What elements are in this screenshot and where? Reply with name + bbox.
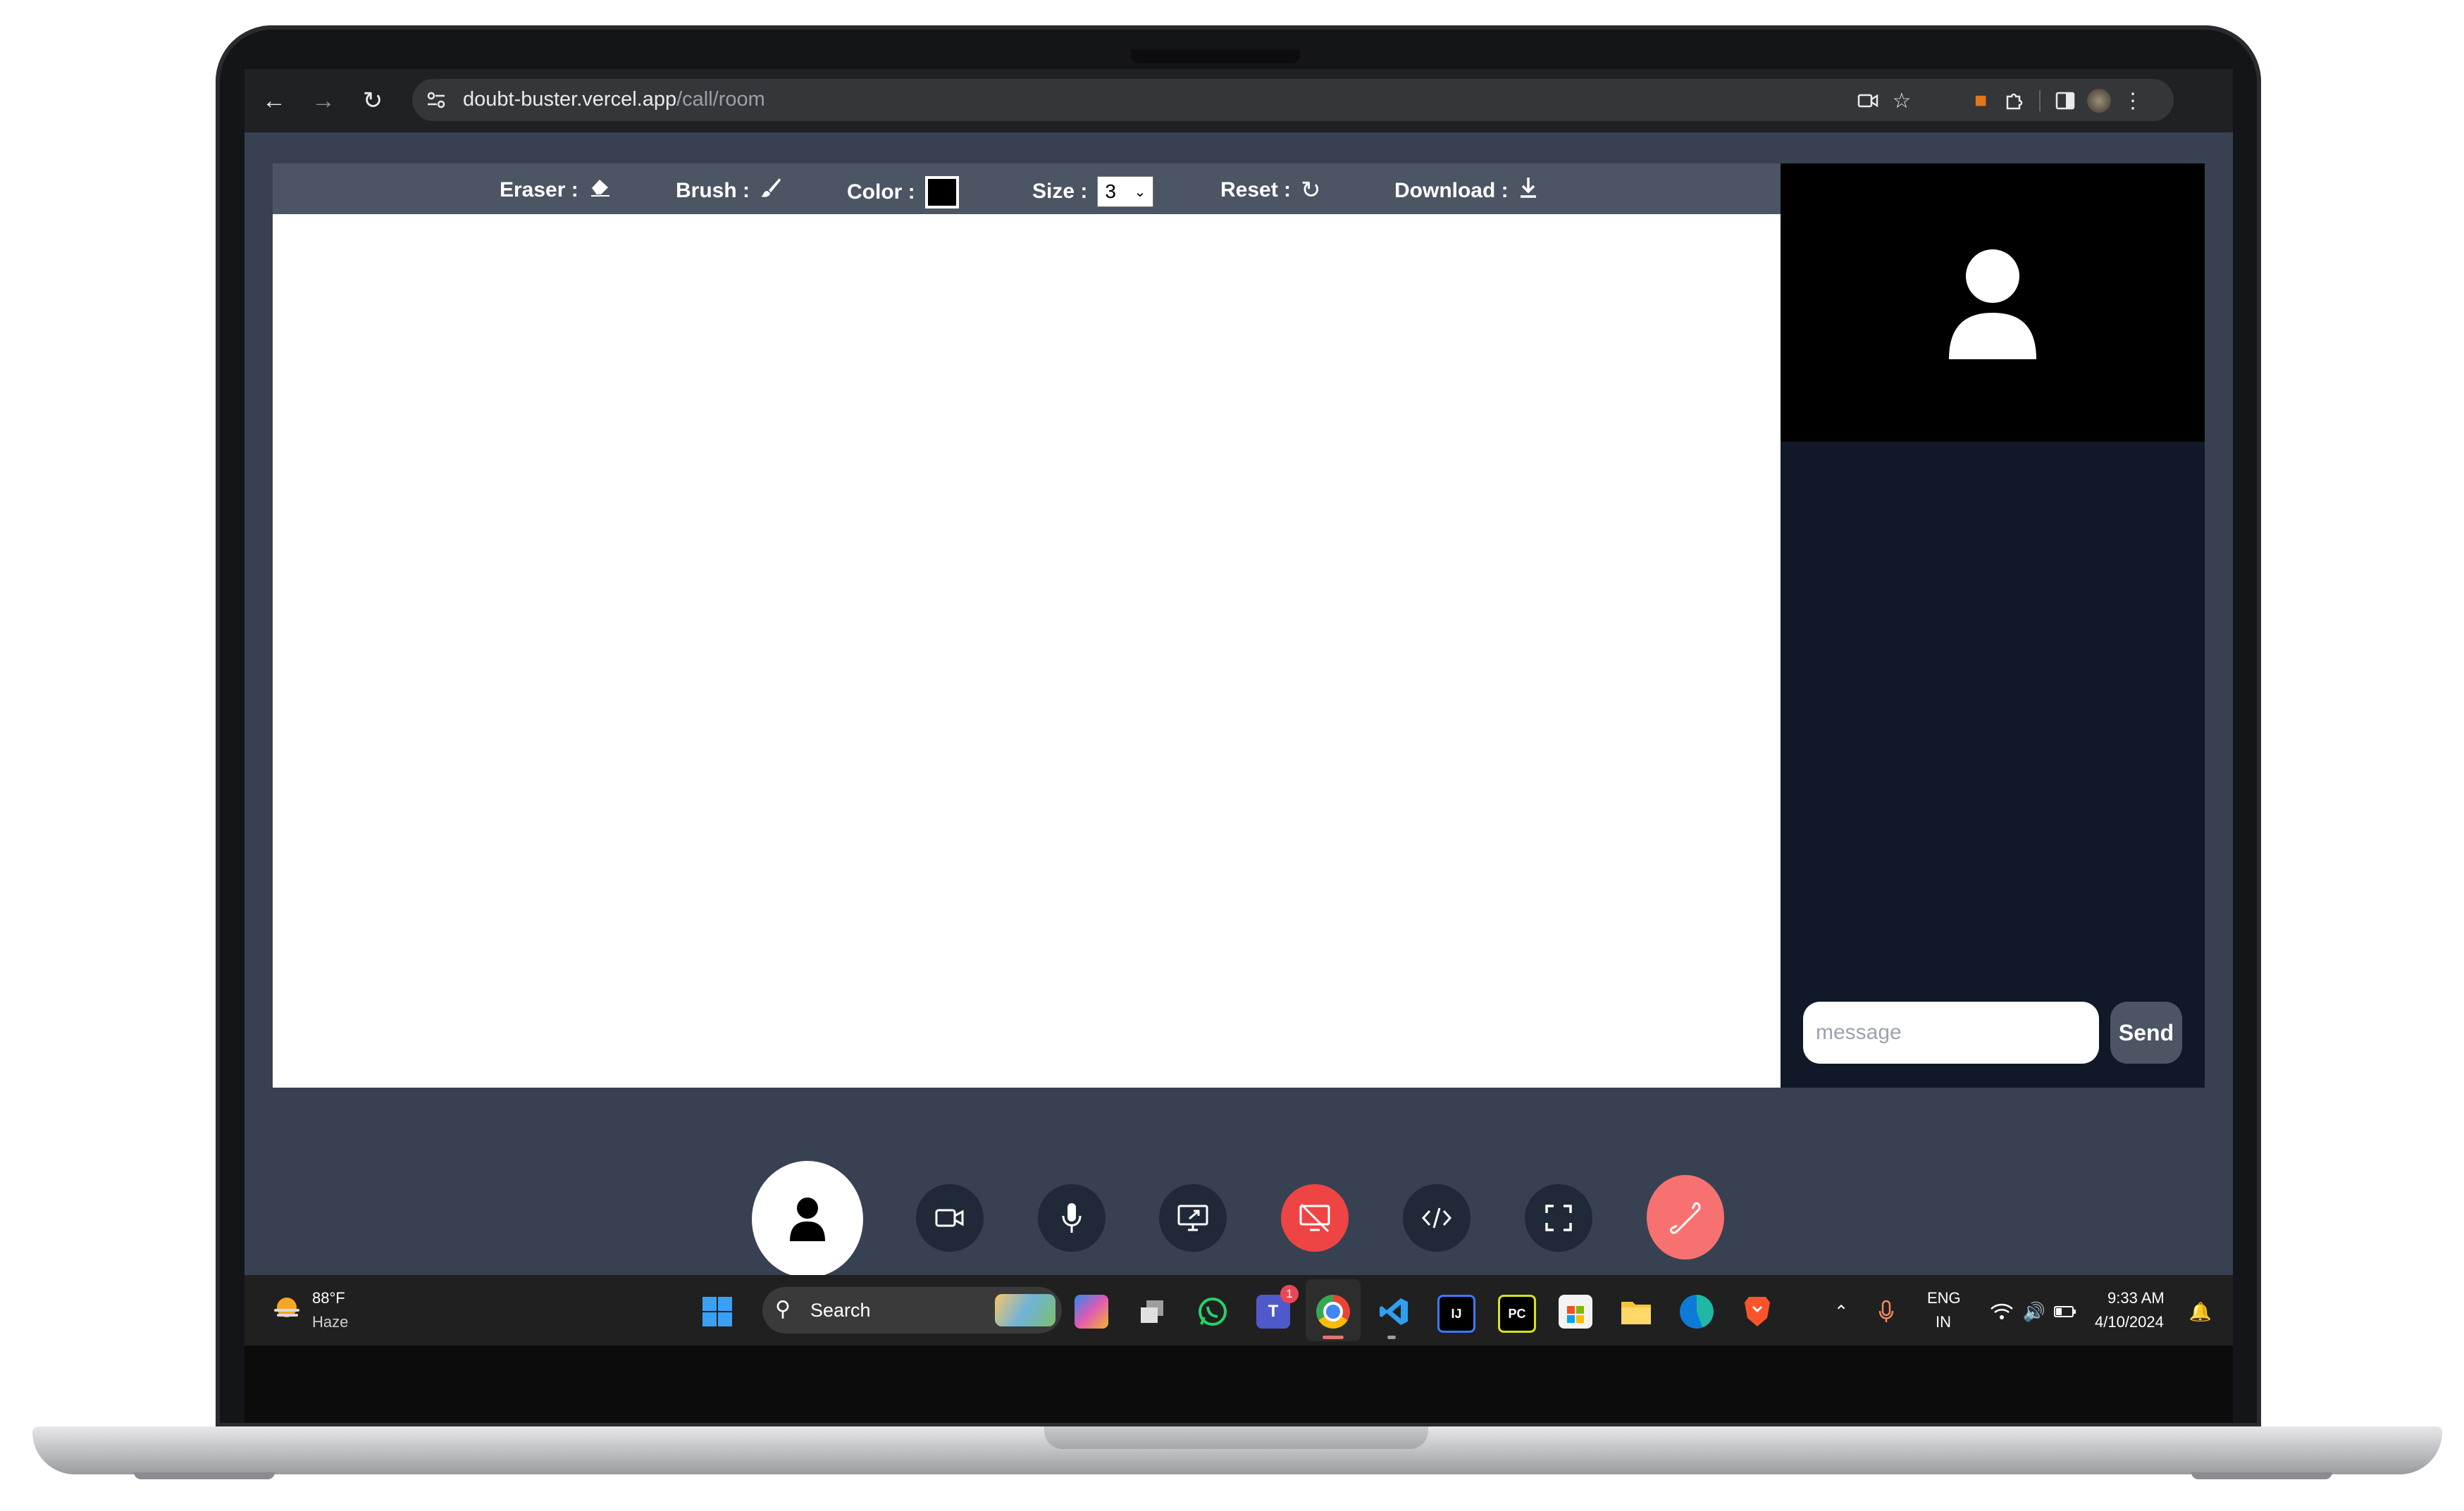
forward-icon[interactable]: → (301, 78, 346, 123)
camera-button[interactable] (916, 1184, 984, 1252)
clock-time[interactable]: 9:33 AM (2107, 1288, 2165, 1309)
eraser-label: Eraser : (500, 178, 578, 201)
screen-bottom-bezel (244, 1345, 2233, 1423)
chevron-up-icon[interactable]: ⌃ (1824, 1295, 1858, 1329)
windows-taskbar: 88°F Haze ⚲ Search T 1 IJ PC ⌃ ENG IN 🔊 … (244, 1275, 2233, 1345)
vscode-icon[interactable] (1377, 1295, 1411, 1329)
copilot-icon[interactable] (1075, 1295, 1108, 1329)
size-select[interactable]: 3 ⌄ (1097, 176, 1154, 207)
laptop-lid-notch (1044, 1426, 1428, 1449)
reset-tool[interactable]: Reset : ↻ (1220, 176, 1321, 204)
microsoft-store-icon[interactable] (1559, 1295, 1592, 1329)
language-region[interactable]: IN (1936, 1312, 1951, 1333)
toolbar-divider (2031, 85, 2048, 117)
extension-actions: ■ ⋮ (1964, 85, 2150, 117)
metamask-extension-icon[interactable]: ■ (1964, 85, 1998, 117)
weather-desc[interactable]: Haze (312, 1312, 348, 1333)
camera-in-use-icon[interactable] (1851, 85, 1885, 117)
taskbar-search[interactable]: ⚲ Search (762, 1287, 1062, 1333)
color-label: Color : (847, 180, 915, 204)
chevron-down-icon: ⌄ (1134, 184, 1146, 200)
download-tool[interactable]: Download : (1394, 176, 1538, 205)
video-camera-icon (935, 1209, 964, 1227)
size-label: Size : (1032, 180, 1088, 203)
send-button[interactable]: Send (2110, 1002, 2182, 1064)
download-icon[interactable] (1518, 176, 1538, 205)
search-icon: ⚲ (775, 1298, 791, 1321)
brush-label: Brush : (676, 178, 750, 202)
end-call-button[interactable] (1647, 1175, 1724, 1260)
screen: ← → ↻ doubt-buster.vercel.app/call/room … (244, 69, 2233, 1345)
user-icon (790, 1198, 825, 1241)
microphone-button[interactable] (1038, 1184, 1106, 1252)
brush-icon[interactable] (760, 176, 782, 205)
weather-temp[interactable]: 88°F (312, 1288, 345, 1309)
chat-message-input[interactable]: message (1803, 1002, 2099, 1064)
url-text[interactable]: doubt-buster.vercel.app/call/room (463, 88, 765, 111)
back-icon[interactable]: ← (252, 78, 297, 123)
reset-label: Reset : (1220, 178, 1292, 201)
phone-hangup-icon (1670, 1202, 1701, 1234)
size-value: 3 (1105, 180, 1116, 202)
reload-icon[interactable]: ↻ (350, 78, 395, 123)
side-panel: message Send (1781, 163, 2205, 1088)
participant-video-tile (1781, 163, 2205, 442)
stop-screen-share-button[interactable] (1281, 1184, 1349, 1252)
search-highlight-image (995, 1294, 1055, 1326)
screen-share-button[interactable] (1159, 1184, 1227, 1252)
chat-placeholder: message (1816, 1021, 1902, 1044)
extensions-puzzle-icon[interactable] (1998, 85, 2031, 117)
task-view-icon[interactable] (1135, 1295, 1169, 1329)
site-settings-icon[interactable] (425, 89, 447, 111)
laptop-foot-left (134, 1472, 275, 1479)
laptop-foot-right (2191, 1472, 2332, 1479)
reset-icon[interactable]: ↻ (1301, 176, 1321, 204)
chrome-icon[interactable] (1316, 1295, 1350, 1329)
microphone-icon (1062, 1203, 1082, 1233)
download-label: Download : (1394, 178, 1509, 202)
battery-icon[interactable] (2048, 1295, 2082, 1329)
windows-start-icon[interactable] (700, 1295, 734, 1329)
search-label: Search (810, 1300, 871, 1321)
edge-icon[interactable] (1680, 1295, 1714, 1329)
pycharm-icon[interactable]: PC (1498, 1295, 1536, 1333)
side-panel-icon[interactable] (2048, 85, 2082, 117)
profile-avatar[interactable] (2082, 85, 2116, 117)
language-code[interactable]: ENG (1927, 1288, 1961, 1309)
whiteboard-toolbar: Eraser : Brush : Color : Size : 3 ⌄ Rese… (273, 163, 1781, 214)
size-tool[interactable]: Size : 3 ⌄ (1032, 176, 1154, 207)
microphone-in-use-icon[interactable] (1869, 1295, 1903, 1329)
whatsapp-icon[interactable] (1196, 1295, 1230, 1329)
chrome-running-indicator (1323, 1336, 1344, 1339)
color-tool[interactable]: Color : (847, 176, 959, 209)
notification-bell-icon[interactable]: 🔔 (2184, 1295, 2217, 1329)
color-picker[interactable] (924, 176, 959, 209)
brave-icon[interactable] (1740, 1295, 1774, 1329)
omnibox-actions: ☆ (1851, 85, 1919, 117)
fullscreen-button[interactable] (1525, 1184, 1592, 1252)
vscode-running-indicator (1387, 1336, 1396, 1339)
camera-notch (1131, 49, 1300, 63)
screen-share-off-icon (1299, 1203, 1330, 1233)
bookmark-star-icon[interactable]: ☆ (1885, 85, 1919, 117)
brush-tool[interactable]: Brush : (676, 176, 782, 205)
code-editor-button[interactable] (1403, 1184, 1471, 1252)
fullscreen-icon (1545, 1205, 1572, 1231)
whiteboard-canvas[interactable] (273, 214, 1781, 1088)
eraser-tool[interactable]: Eraser : (500, 176, 611, 204)
weather-haze-icon[interactable] (270, 1292, 304, 1326)
participants-button[interactable] (752, 1161, 863, 1278)
screen-share-icon (1177, 1205, 1208, 1231)
volume-icon[interactable]: 🔊 (2017, 1295, 2051, 1329)
intellij-icon[interactable]: IJ (1437, 1295, 1475, 1333)
code-icon (1421, 1207, 1452, 1229)
wifi-icon[interactable] (1985, 1295, 2019, 1329)
clock-date[interactable]: 4/10/2024 (2095, 1312, 2164, 1333)
user-icon (1945, 248, 2041, 361)
eraser-icon[interactable] (588, 176, 611, 204)
file-explorer-icon[interactable] (1619, 1295, 1653, 1329)
browser-menu-icon[interactable]: ⋮ (2116, 85, 2150, 117)
teams-notification-badge: 1 (1280, 1285, 1299, 1303)
